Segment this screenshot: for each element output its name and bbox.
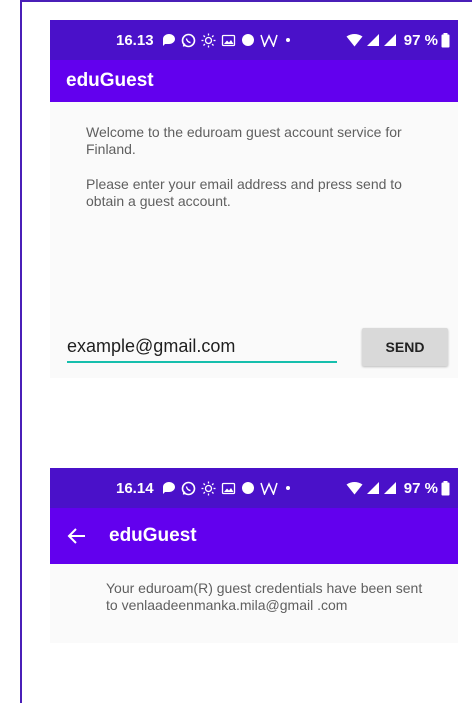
screenshot-confirmation-screen: 16.14 97 % eduGuest Your eduroam(R) gues…: [50, 468, 458, 643]
signal-icon-2: [383, 33, 397, 47]
email-input[interactable]: [67, 336, 337, 360]
signal-icon-2: [383, 481, 397, 495]
small-dot-icon: [283, 481, 293, 495]
gallery-icon: [221, 481, 236, 496]
confirmation-text: Your eduroam(R) guest credentials have b…: [106, 580, 423, 613]
sun-icon: [201, 33, 216, 48]
dot-icon: [241, 481, 255, 495]
email-input-underline: [67, 361, 337, 363]
chat-bubble-icon: [162, 33, 176, 47]
battery-percentage: 97 %: [403, 31, 438, 49]
chat-bubble-icon: [162, 481, 176, 495]
wifi-icon: [346, 481, 363, 495]
status-time: 16.13: [116, 31, 154, 49]
status-bar: 16.14 97 %: [50, 468, 458, 508]
status-bar: 16.13 97 %: [50, 20, 458, 60]
welcome-text: Welcome to the eduroam guest account ser…: [86, 124, 402, 157]
send-button[interactable]: SEND: [362, 328, 448, 366]
email-field-container: [67, 336, 337, 363]
wifi-icon: [346, 33, 363, 47]
frame-top-border: [20, 0, 472, 2]
instructions-text: Please enter your email address and pres…: [86, 176, 402, 209]
app-title: eduGuest: [66, 70, 154, 91]
signal-icon: [366, 33, 380, 47]
back-arrow-icon[interactable]: [67, 526, 87, 546]
signal-icon: [366, 481, 380, 495]
w-icon: [259, 481, 278, 495]
screenshot-request-screen: 16.13 97 % eduGuest Welcome to the eduro…: [50, 20, 458, 378]
gallery-icon: [221, 33, 236, 48]
app-bar: eduGuest: [50, 60, 458, 102]
w-icon: [259, 33, 278, 47]
battery-percentage: 97 %: [403, 479, 438, 497]
whatsapp-icon: [181, 481, 196, 496]
battery-icon: [441, 480, 450, 496]
app-bar: eduGuest: [50, 508, 458, 564]
status-time: 16.14: [116, 479, 154, 497]
battery-icon: [441, 32, 450, 48]
whatsapp-icon: [181, 33, 196, 48]
dot-icon: [241, 33, 255, 47]
small-dot-icon: [283, 33, 293, 47]
app-title: eduGuest: [109, 525, 197, 546]
frame-left-border: [20, 0, 22, 703]
sun-icon: [201, 481, 216, 496]
